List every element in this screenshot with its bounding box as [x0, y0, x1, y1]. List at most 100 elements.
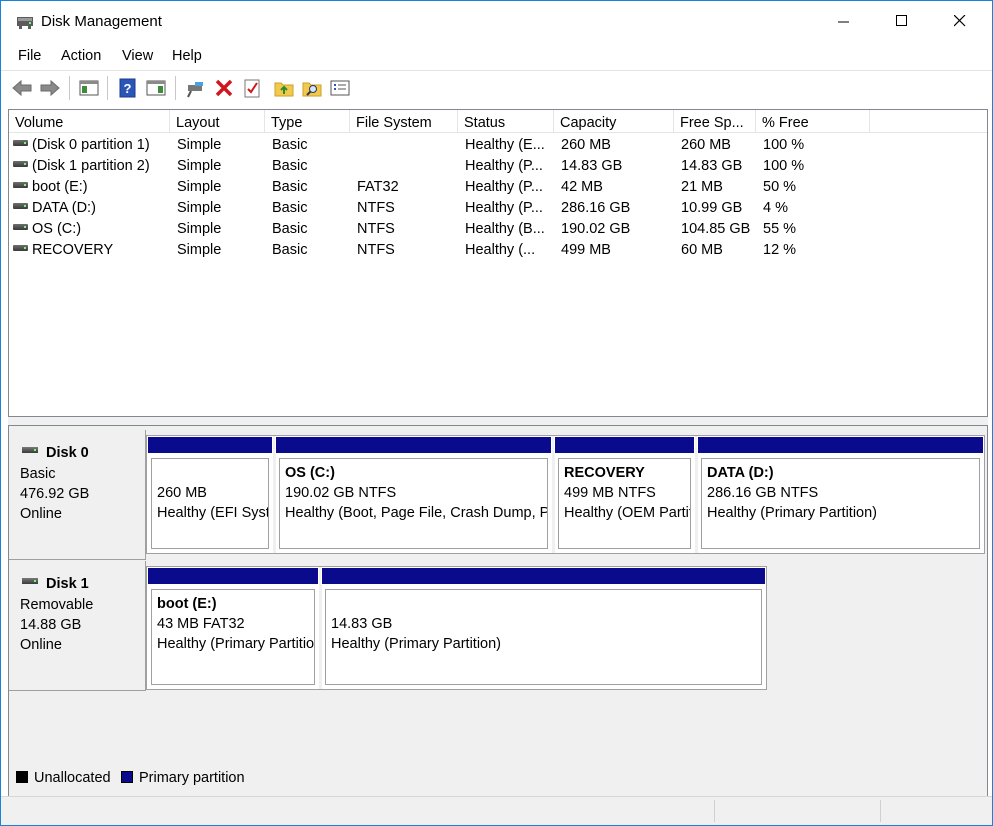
column-header-percent-free[interactable]: % Free — [756, 110, 870, 133]
file-system-cell: FAT32 — [357, 179, 399, 195]
type-cell: Basic — [272, 137, 308, 153]
volume-name: RECOVERY — [32, 242, 114, 258]
primary-partition-bar — [697, 436, 984, 454]
search-folder-icon[interactable] — [301, 77, 323, 99]
volume-name: (Disk 1 partition 2) — [32, 158, 150, 174]
disk-state: Online — [20, 506, 62, 522]
partition-title: DATA (D:) — [707, 465, 774, 481]
console-tree-icon[interactable] — [78, 77, 100, 99]
partition-disk1-part2[interactable]: 14.83 GB Healthy (Primary Partition) — [321, 567, 766, 689]
column-header-file-system[interactable]: File System — [350, 110, 458, 133]
type-cell: Basic — [272, 242, 308, 258]
disk-icon — [22, 447, 38, 453]
disk-1-label[interactable]: Disk 1 Removable 14.88 GB Online — [9, 561, 146, 691]
help-icon[interactable]: ? — [117, 77, 139, 99]
toolbar-separator — [107, 76, 108, 100]
minimize-button[interactable] — [815, 1, 873, 41]
toolbar-separator — [175, 76, 176, 100]
partition-data-d[interactable]: DATA (D:) 286.16 GB NTFS Healthy (Primary … — [697, 436, 984, 553]
partition-size: 190.02 GB NTFS — [285, 485, 397, 501]
primary-partition-bar — [147, 567, 319, 585]
capacity-cell: 499 MB — [561, 242, 611, 258]
column-header-status[interactable]: Status — [458, 110, 554, 133]
volume-row[interactable]: (Disk 1 partition 2) Simple Basic Health… — [9, 157, 987, 178]
status-cell: Healthy (P... — [465, 179, 543, 195]
partition-title: OS (C:) — [285, 465, 335, 481]
partition-size: 260 MB — [157, 485, 207, 501]
menu-action[interactable]: Action — [61, 48, 101, 64]
capacity-cell: 42 MB — [561, 179, 603, 195]
minimize-icon — [838, 21, 849, 23]
drive-icon — [13, 203, 28, 209]
primary-partition-bar — [554, 436, 695, 454]
volume-row[interactable]: OS (C:) Simple Basic NTFS Healthy (B... … — [9, 220, 987, 241]
partition-boot-e[interactable]: boot (E:) 43 MB FAT32 Healthy (Primary Par… — [147, 567, 319, 689]
disk-icon — [22, 578, 38, 584]
column-header-volume[interactable]: Volume — [9, 110, 170, 133]
volume-name: (Disk 0 partition 1) — [32, 137, 150, 153]
percent-free-cell: 100 % — [763, 137, 805, 153]
menu-help[interactable]: Help — [172, 48, 202, 64]
partition-info: 260 MB Healthy (EFI System Partition) — [151, 458, 269, 549]
type-cell: Basic — [272, 179, 308, 195]
type-cell: Basic — [272, 221, 308, 237]
capacity-cell: 14.83 GB — [561, 158, 623, 174]
maximize-button[interactable] — [873, 1, 931, 41]
partition-os-c[interactable]: OS (C:) 190.02 GB NTFS Healthy (Boot, Page… — [275, 436, 552, 553]
unallocated-swatch — [16, 771, 28, 783]
disk-1-partitions: boot (E:) 43 MB FAT32 Healthy (Primary Par… — [146, 566, 767, 690]
capacity-cell: 190.02 GB — [561, 221, 631, 237]
type-cell: Basic — [272, 158, 308, 174]
menu-view[interactable]: View — [122, 48, 153, 64]
disk-0-label[interactable]: Disk 0 Basic 476.92 GB Online — [9, 430, 146, 560]
column-header-capacity[interactable]: Capacity — [554, 110, 674, 133]
close-button[interactable] — [931, 1, 989, 41]
up-folder-icon[interactable] — [273, 77, 295, 99]
partition-recovery[interactable]: RECOVERY 499 MB NTFS Healthy (OEM Partitio… — [554, 436, 695, 553]
volume-cell: OS (C:) — [13, 221, 169, 237]
partition-status: Healthy (EFI System Partition) — [157, 505, 268, 521]
volume-name: OS (C:) — [32, 221, 82, 237]
back-arrow-icon[interactable] — [11, 77, 33, 99]
layout-cell: Simple — [177, 158, 222, 174]
percent-free-cell: 55 % — [763, 221, 797, 237]
show-hide-pane-icon[interactable] — [145, 77, 167, 99]
free-space-cell: 14.83 GB — [681, 158, 743, 174]
volume-row[interactable]: DATA (D:) Simple Basic NTFS Healthy (P..… — [9, 199, 987, 220]
volume-row[interactable]: RECOVERY Simple Basic NTFS Healthy (... … — [9, 241, 987, 262]
primary-partition-bar — [321, 567, 766, 585]
column-header-type[interactable]: Type — [265, 110, 350, 133]
connect-disk-icon[interactable] — [185, 77, 207, 99]
column-header-layout[interactable]: Layout — [170, 110, 265, 133]
properties-list-icon[interactable] — [329, 77, 351, 99]
maximize-icon — [896, 15, 907, 26]
volume-row[interactable]: (Disk 0 partition 1) Simple Basic Health… — [9, 136, 987, 157]
volume-cell: (Disk 1 partition 2) — [13, 158, 169, 174]
checklist-icon[interactable] — [241, 77, 263, 99]
partition-title: boot (E:) — [157, 596, 217, 612]
volume-list[interactable]: Volume Layout Type File System Status Ca… — [8, 109, 988, 417]
delete-icon[interactable] — [213, 77, 235, 99]
pane-splitter[interactable] — [8, 417, 988, 425]
column-header-free-space[interactable]: Free Sp... — [674, 110, 756, 133]
primary-partition-bar — [147, 436, 273, 454]
volume-row[interactable]: boot (E:) Simple Basic FAT32 Healthy (P.… — [9, 178, 987, 199]
partition-size: 286.16 GB NTFS — [707, 485, 819, 501]
layout-cell: Simple — [177, 137, 222, 153]
partition-status: Healthy (Boot, Page File, Crash Dump, Pr… — [285, 505, 547, 521]
disk-graphical-view[interactable]: Disk 0 Basic 476.92 GB Online 260 MB Heal… — [8, 425, 988, 797]
drive-icon — [13, 224, 28, 230]
status-cell: Healthy (P... — [465, 200, 543, 216]
file-system-cell: NTFS — [357, 200, 395, 216]
forward-arrow-icon[interactable] — [39, 77, 61, 99]
menu-file[interactable]: File — [18, 48, 41, 64]
free-space-cell: 260 MB — [681, 137, 731, 153]
percent-free-cell: 12 % — [763, 242, 797, 258]
partition-info: boot (E:) 43 MB FAT32 Healthy (Primary Par… — [151, 589, 315, 685]
disk-management-app-icon — [17, 17, 33, 29]
partition-size: 499 MB NTFS — [564, 485, 656, 501]
partition-efi[interactable]: 260 MB Healthy (EFI System Partition) — [147, 436, 273, 553]
volume-cell: boot (E:) — [13, 179, 169, 195]
toolbar: ? — [1, 70, 992, 104]
partition-info: DATA (D:) 286.16 GB NTFS Healthy (Primary … — [701, 458, 980, 549]
